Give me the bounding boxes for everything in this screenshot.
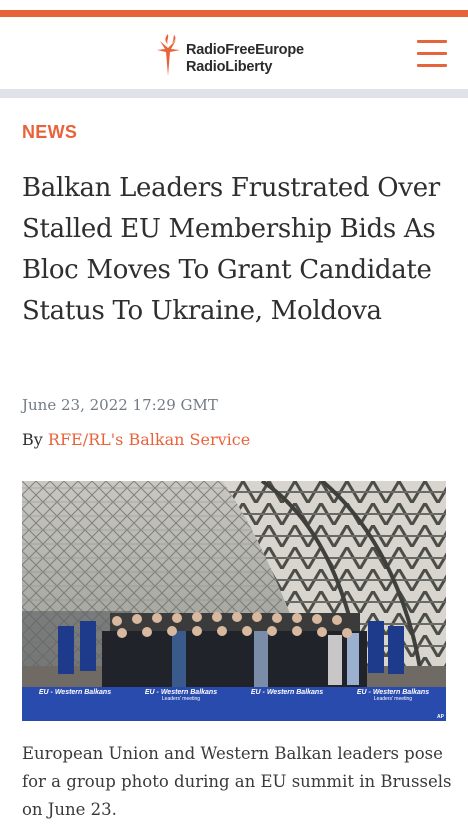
banner-text: EU - Western Balkans [250,689,324,696]
article-date: June 23, 2022 17:29 GMT [22,396,218,414]
banner-panel: EU - Western Balkans [251,689,323,719]
group-photo-image [22,481,446,721]
torch-icon [157,34,180,76]
section-kicker[interactable]: NEWS [22,122,77,143]
stage-banner: EU - Western Balkans EU - Western Balkan… [22,689,446,719]
banner-subtext: Leaders' meeting [161,696,201,702]
author-link[interactable]: RFE/RL's Balkan Service [48,430,250,449]
group-of-leaders [102,612,367,687]
header-divider [0,89,468,98]
logo-line1: RadioFreeEurope [186,42,304,58]
byline-prefix: By [22,430,43,449]
hamburger-menu-icon[interactable] [417,40,447,68]
site-header: RadioFreeEurope RadioLiberty [0,17,468,89]
article-headline: Balkan Leaders Frustrated Over Stalled E… [22,173,440,326]
logo-line2: RadioLiberty [186,59,273,75]
photo-caption: European Union and Western Balkan leader… [22,744,452,819]
logo-wordmark: RadioFreeEurope RadioLiberty [186,42,304,76]
banner-text: EU - Western Balkans [38,689,112,696]
article-photo[interactable]: EU - Western Balkans EU - Western Balkan… [22,481,446,721]
banner-text: EU - Western Balkans [356,689,430,696]
banner-panel: EU - Western Balkans [39,689,111,719]
banner-panel: EU - Western Balkans Leaders' meeting [145,689,217,719]
site-logo[interactable]: RadioFreeEurope RadioLiberty [156,32,316,78]
banner-text: EU - Western Balkans [144,689,218,696]
banner-subtext: Leaders' meeting [373,696,413,702]
photo-credit: AP [437,714,444,720]
banner-panel: EU - Western Balkans Leaders' meeting [357,689,429,719]
article-byline: By RFE/RL's Balkan Service [22,430,250,449]
top-accent-bar [0,10,468,17]
